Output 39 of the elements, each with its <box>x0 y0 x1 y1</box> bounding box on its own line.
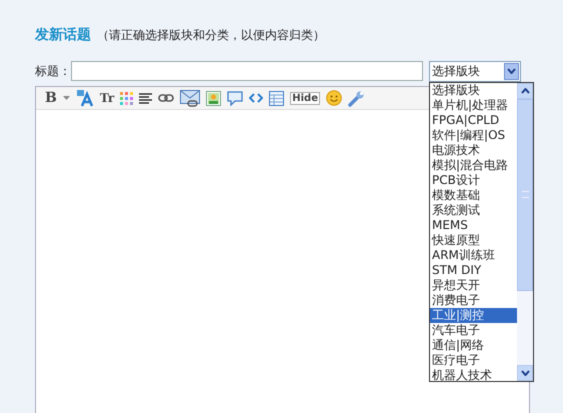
color-grid-icon[interactable] <box>120 92 134 104</box>
dropdown-option[interactable]: 软件|编程|OS <box>430 128 517 142</box>
caret-icon[interactable] <box>62 96 70 100</box>
dropdown-option[interactable]: ARM训练班 <box>430 248 517 262</box>
dropdown-option[interactable]: MEMS <box>430 218 517 232</box>
dropdown-option[interactable]: 异想天开 <box>430 278 517 292</box>
dropdown-option[interactable]: PCB设计 <box>430 172 517 188</box>
font-icon[interactable] <box>76 89 94 107</box>
dropdown-option[interactable]: 电源技术 <box>430 142 517 158</box>
dropdown-option[interactable]: 消费电子 <box>430 292 517 308</box>
smiley-icon[interactable] <box>326 90 342 106</box>
hint-text: （请正确选择版块和分类，以便内容归类） <box>97 27 325 44</box>
dropdown-option[interactable]: STM DIY <box>430 262 517 278</box>
page-title: 发新话题 <box>35 26 91 44</box>
dropdown-option[interactable]: 模拟|混合电路 <box>430 158 517 172</box>
image-icon[interactable] <box>206 90 222 106</box>
link-icon[interactable] <box>158 94 174 102</box>
wrench-icon[interactable] <box>348 90 365 106</box>
dropdown-option[interactable]: 通信|网络 <box>430 338 517 352</box>
subject-input[interactable] <box>71 61 423 81</box>
dropdown-option[interactable]: 单片机|处理器 <box>430 98 517 112</box>
speech-bubble-icon[interactable] <box>227 90 244 106</box>
hide-button[interactable]: Hide <box>290 92 320 104</box>
table-icon[interactable] <box>269 90 284 106</box>
dropdown-option[interactable]: 工业|测控 <box>430 308 517 322</box>
dropdown-option[interactable]: 机器人技术 <box>430 368 517 382</box>
dropdown-option[interactable]: 快速原型 <box>430 232 517 248</box>
font-size-button[interactable]: Tr <box>100 91 114 105</box>
bold-button[interactable]: B <box>45 90 57 106</box>
subject-label: 标题： <box>35 62 71 80</box>
scrollbar[interactable] <box>517 82 533 380</box>
align-icon[interactable] <box>139 92 152 104</box>
dropdown-option[interactable]: 系统测试 <box>430 202 517 218</box>
dropdown-option[interactable]: 模数基础 <box>430 188 517 202</box>
code-icon[interactable] <box>249 93 264 103</box>
email-link-icon[interactable] <box>180 90 200 106</box>
dropdown-option[interactable]: 汽车电子 <box>430 322 517 338</box>
dropdown-option[interactable]: 医疗电子 <box>430 352 517 368</box>
dropdown-option[interactable]: FPGA|CPLD <box>430 112 517 128</box>
